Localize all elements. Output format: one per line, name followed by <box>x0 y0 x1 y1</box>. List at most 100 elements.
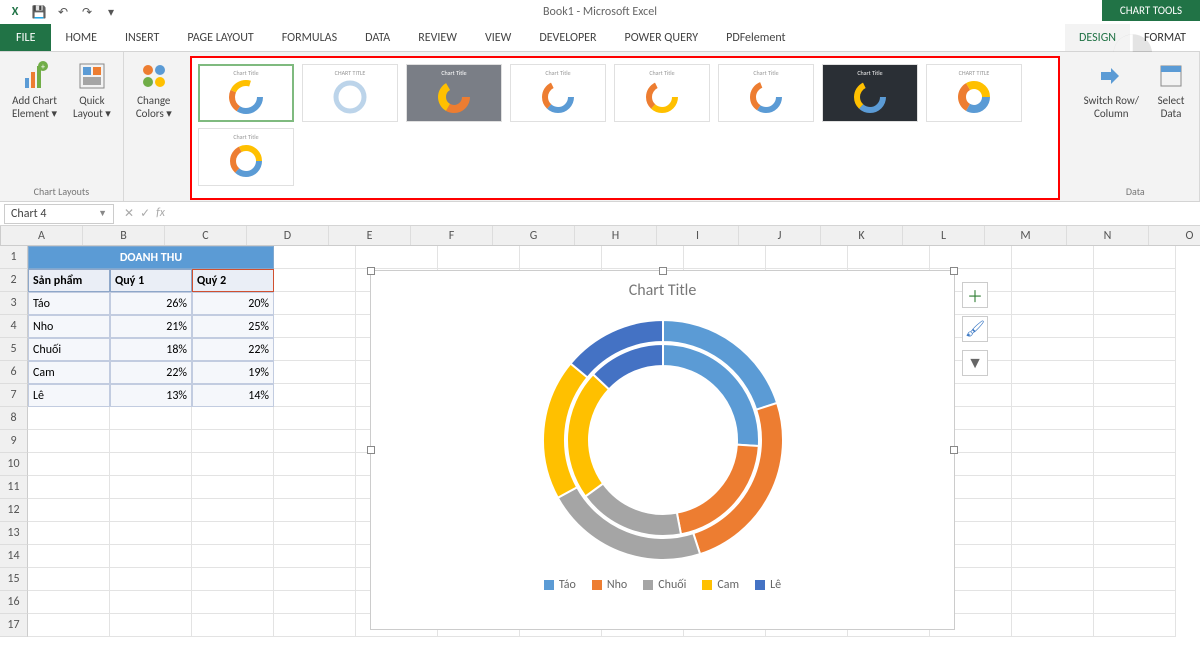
undo-icon[interactable]: ↶ <box>54 3 72 21</box>
row-15[interactable]: 15 <box>0 568 28 591</box>
col-I[interactable]: I <box>657 226 739 245</box>
chart-plot-area[interactable] <box>371 310 954 570</box>
chart-styles-gallery[interactable]: Chart Title CHART TITLE Chart Title Char… <box>190 56 1060 200</box>
tab-file[interactable]: FILE <box>0 24 51 51</box>
cell-C7[interactable]: 14% <box>192 384 274 407</box>
row-2[interactable]: 2 <box>0 269 28 292</box>
chart-style-8[interactable]: CHART TITLE <box>926 64 1022 122</box>
chart-handle-nw[interactable] <box>367 267 375 275</box>
col-E[interactable]: E <box>329 226 411 245</box>
row-11[interactable]: 11 <box>0 476 28 499</box>
row-9[interactable]: 9 <box>0 430 28 453</box>
col-B[interactable]: B <box>83 226 165 245</box>
chart-style-3[interactable]: Chart Title <box>406 64 502 122</box>
change-colors-button[interactable]: Change Colors ▾ <box>132 56 176 124</box>
cell-A5[interactable]: Chuối <box>28 338 110 361</box>
chart-legend[interactable]: Táo Nho Chuối Cam Lê <box>371 570 954 592</box>
col-C[interactable]: C <box>165 226 247 245</box>
chart-handle-e[interactable] <box>950 446 958 454</box>
col-M[interactable]: M <box>985 226 1067 245</box>
col-J[interactable]: J <box>739 226 821 245</box>
chart-elements-button[interactable]: ＋ <box>962 282 988 308</box>
tab-view[interactable]: VIEW <box>471 24 525 51</box>
tab-pdfelement[interactable]: PDFelement <box>712 24 799 51</box>
redo-icon[interactable]: ↷ <box>78 3 96 21</box>
chart-title[interactable]: Chart Title <box>371 271 954 310</box>
chart-handle-n[interactable] <box>659 267 667 275</box>
legend-tao[interactable]: Táo <box>544 578 576 592</box>
chart-style-9[interactable]: Chart Title <box>198 128 294 186</box>
row-14[interactable]: 14 <box>0 545 28 568</box>
row-12[interactable]: 12 <box>0 499 28 522</box>
tab-home[interactable]: HOME <box>51 24 111 51</box>
legend-chuoi[interactable]: Chuối <box>643 578 686 592</box>
tab-data[interactable]: DATA <box>351 24 404 51</box>
chart-style-7[interactable]: Chart Title <box>822 64 918 122</box>
fx-icon[interactable]: fx <box>156 206 165 221</box>
formula-enter-icon[interactable]: ✓ <box>140 206 150 221</box>
cell-A6[interactable]: Cam <box>28 361 110 384</box>
legend-cam[interactable]: Cam <box>702 578 739 592</box>
tab-developer[interactable]: DEVELOPER <box>525 24 610 51</box>
row-5[interactable]: 5 <box>0 338 28 361</box>
chart-filters-button[interactable]: ▼ <box>962 350 988 376</box>
cell-A7[interactable]: Lê <box>28 384 110 407</box>
cell-A3[interactable]: Táo <box>28 292 110 315</box>
col-D[interactable]: D <box>247 226 329 245</box>
embedded-chart[interactable]: Chart Title Táo Nho Chuối Cam Lê <box>370 270 955 630</box>
name-box[interactable]: Chart 4 ▼ <box>4 204 114 224</box>
col-F[interactable]: F <box>411 226 493 245</box>
cell-B7[interactable]: 13% <box>110 384 192 407</box>
cell-C5[interactable]: 22% <box>192 338 274 361</box>
row-4[interactable]: 4 <box>0 315 28 338</box>
row-6[interactable]: 6 <box>0 361 28 384</box>
col-L[interactable]: L <box>903 226 985 245</box>
tab-power-query[interactable]: POWER QUERY <box>611 24 713 51</box>
tab-insert[interactable]: INSERT <box>111 24 173 51</box>
cell-C3[interactable]: 20% <box>192 292 274 315</box>
save-icon[interactable]: 💾 <box>30 3 48 21</box>
cell-C6[interactable]: 19% <box>192 361 274 384</box>
switch-row-column-button[interactable]: Switch Row/ Column <box>1080 56 1143 124</box>
row-1[interactable]: 1 <box>0 246 28 269</box>
chart-style-6[interactable]: Chart Title <box>718 64 814 122</box>
chart-style-4[interactable]: Chart Title <box>510 64 606 122</box>
donut-chart[interactable] <box>533 310 793 570</box>
chart-handle-ne[interactable] <box>950 267 958 275</box>
cell-B2[interactable]: Quý 1 <box>110 269 192 292</box>
row-7[interactable]: 7 <box>0 384 28 407</box>
legend-nho[interactable]: Nho <box>592 578 627 592</box>
select-data-button[interactable]: Select Data <box>1151 56 1191 124</box>
formula-cancel-icon[interactable]: ✕ <box>124 206 134 221</box>
chart-style-5[interactable]: Chart Title <box>614 64 710 122</box>
chart-styles-button[interactable]: 🖌 <box>962 316 988 342</box>
cell-A4[interactable]: Nho <box>28 315 110 338</box>
cell-B5[interactable]: 18% <box>110 338 192 361</box>
cell-C4[interactable]: 25% <box>192 315 274 338</box>
add-chart-element-button[interactable]: + Add Chart Element ▾ <box>8 56 61 124</box>
legend-le[interactable]: Lê <box>755 578 781 592</box>
cell-C2[interactable]: Quý 2 <box>192 269 274 292</box>
qat-dropdown-icon[interactable]: ▾ <box>102 3 120 21</box>
col-A[interactable]: A <box>1 226 83 245</box>
row-17[interactable]: 17 <box>0 614 28 637</box>
row-16[interactable]: 16 <box>0 591 28 614</box>
col-N[interactable]: N <box>1067 226 1149 245</box>
chart-style-2[interactable]: CHART TITLE <box>302 64 398 122</box>
row-10[interactable]: 10 <box>0 453 28 476</box>
chart-handle-w[interactable] <box>367 446 375 454</box>
name-box-dropdown-icon[interactable]: ▼ <box>98 208 107 219</box>
cell-A2[interactable]: Sản phẩm <box>28 269 110 292</box>
col-G[interactable]: G <box>493 226 575 245</box>
cell-B4[interactable]: 21% <box>110 315 192 338</box>
col-O[interactable]: O <box>1149 226 1200 245</box>
row-8[interactable]: 8 <box>0 407 28 430</box>
chart-style-1[interactable]: Chart Title <box>198 64 294 122</box>
row-13[interactable]: 13 <box>0 522 28 545</box>
col-K[interactable]: K <box>821 226 903 245</box>
cell-B3[interactable]: 26% <box>110 292 192 315</box>
tab-review[interactable]: REVIEW <box>404 24 471 51</box>
row-3[interactable]: 3 <box>0 292 28 315</box>
cell-B6[interactable]: 22% <box>110 361 192 384</box>
tab-formulas[interactable]: FORMULAS <box>268 24 351 51</box>
